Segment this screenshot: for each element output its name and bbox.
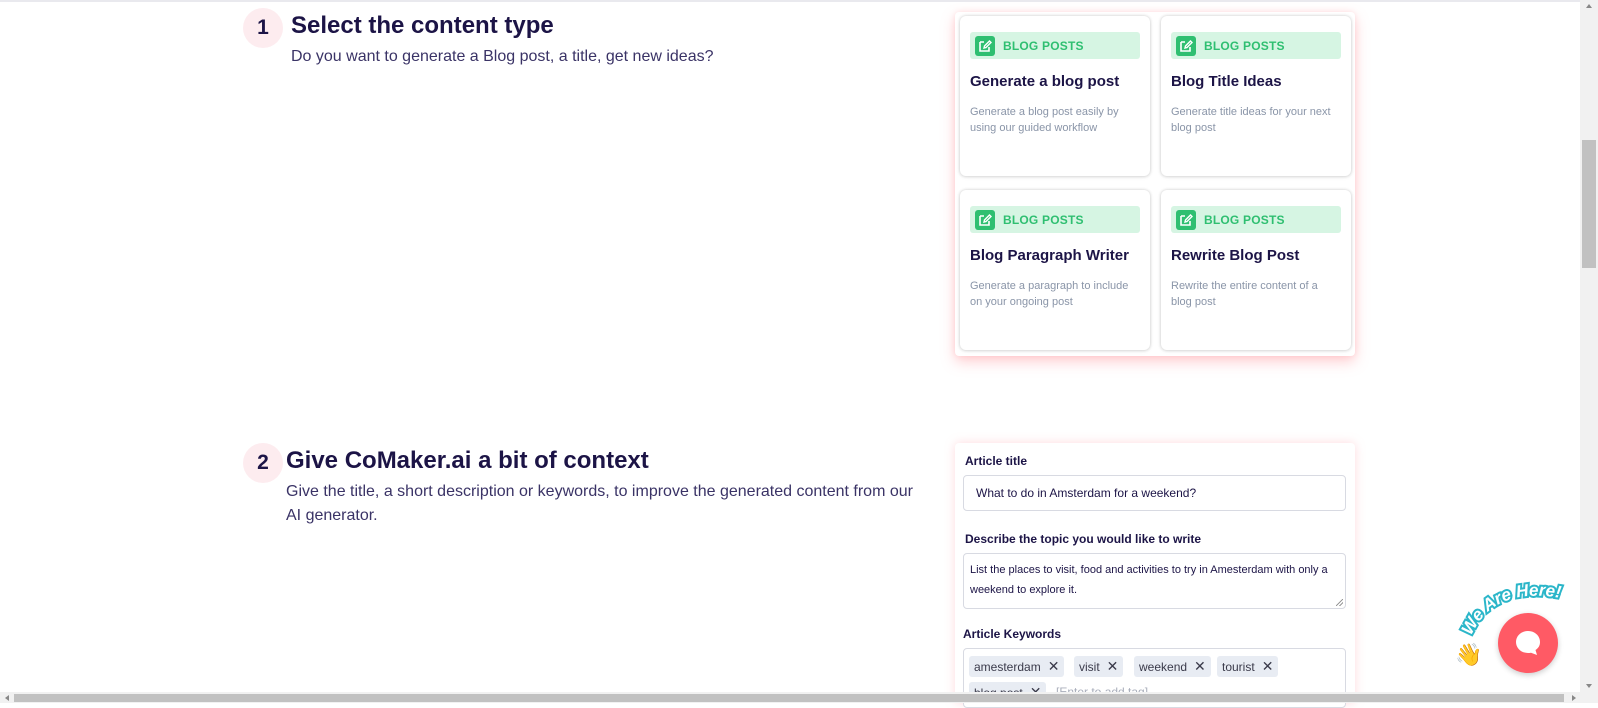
keyword-tag: weekend ✕ <box>1134 656 1211 677</box>
card-title: Blog Title Ideas <box>1171 73 1282 90</box>
category-tag-label: BLOG POSTS <box>1003 38 1084 53</box>
card-description: Generate title ideas for your next blog … <box>1171 106 1331 134</box>
card-description: Generate a blog post easily by using our… <box>970 106 1119 134</box>
content-type-card-rewrite-blog-post[interactable]: BLOG POSTS Rewrite Blog Post Rewrite the… <box>1161 190 1351 350</box>
card-title: Blog Paragraph Writer <box>970 247 1129 264</box>
step-title: Select the content type <box>291 12 554 39</box>
keyword-tag-label: weekend <box>1139 659 1188 674</box>
edit-icon <box>975 35 995 56</box>
edit-icon <box>975 209 995 230</box>
horizontal-scrollbar-thumb[interactable] <box>14 694 1564 702</box>
remove-tag-icon[interactable]: ✕ <box>1262 658 1274 675</box>
content-type-card-generate-blog-post[interactable]: BLOG POSTS Generate a blog post Generate… <box>960 16 1150 176</box>
edit-icon <box>1176 209 1196 230</box>
card-description: Generate a paragraph to include on your … <box>970 280 1129 308</box>
step-description: Do you want to generate a Blog post, a t… <box>291 48 714 65</box>
topic-description-label: Describe the topic you would like to wri… <box>965 532 1202 546</box>
scroll-up-arrow-icon[interactable] <box>1585 2 1593 10</box>
chat-open-button[interactable] <box>1498 613 1558 673</box>
card-title: Rewrite Blog Post <box>1171 247 1300 264</box>
context-form-panel: Article title What to do in Amsterdam fo… <box>955 443 1355 708</box>
keyword-tag: visit ✕ <box>1074 656 1124 677</box>
scroll-left-arrow-icon[interactable] <box>3 694 11 702</box>
step-description: Give the title, a short description or k… <box>286 483 913 524</box>
article-title-input[interactable]: What to do in Amsterdam for a weekend? <box>963 475 1346 511</box>
article-keywords-label: Article Keywords <box>963 627 1062 641</box>
keyword-tag-label: amesterdam <box>974 659 1041 674</box>
remove-tag-icon[interactable]: ✕ <box>1107 658 1119 675</box>
category-tag: BLOG POSTS <box>970 206 1140 233</box>
top-divider <box>0 0 1580 2</box>
category-tag: BLOG POSTS <box>1171 32 1341 59</box>
category-tag: BLOG POSTS <box>970 32 1140 59</box>
step-number-badge: 2 <box>243 443 283 483</box>
content-type-panel: BLOG POSTS Generate a blog post Generate… <box>955 12 1355 356</box>
scroll-right-arrow-icon[interactable] <box>1570 694 1578 702</box>
step-number-badge: 1 <box>243 8 283 48</box>
article-title-label: Article title <box>965 454 1028 468</box>
keyword-tag-label: tourist <box>1222 659 1255 674</box>
resize-handle[interactable] <box>1336 599 1343 606</box>
vertical-scrollbar[interactable] <box>1580 0 1598 703</box>
remove-tag-icon[interactable]: ✕ <box>1048 658 1060 675</box>
scroll-down-arrow-icon[interactable] <box>1585 682 1593 690</box>
topic-description-textarea[interactable]: List the places to visit, food and activ… <box>963 553 1346 609</box>
keyword-tag: amesterdam ✕ <box>969 656 1065 677</box>
card-description: Rewrite the entire content of a blog pos… <box>1171 280 1318 308</box>
category-tag: BLOG POSTS <box>1171 206 1341 233</box>
category-tag-label: BLOG POSTS <box>1204 38 1285 53</box>
remove-tag-icon[interactable]: ✕ <box>1194 658 1206 675</box>
chat-bubble-icon <box>1516 631 1540 655</box>
vertical-scrollbar-thumb[interactable] <box>1582 140 1596 268</box>
wave-hand-icon: 👋 <box>1455 642 1482 668</box>
content-type-card-blog-paragraph-writer[interactable]: BLOG POSTS Blog Paragraph Writer Generat… <box>960 190 1150 350</box>
keyword-tag: tourist ✕ <box>1217 656 1279 677</box>
edit-icon <box>1176 35 1196 56</box>
card-title: Generate a blog post <box>970 73 1120 90</box>
keyword-tag-label: visit <box>1079 659 1100 674</box>
content-type-card-blog-title-ideas[interactable]: BLOG POSTS Blog Title Ideas Generate tit… <box>1161 16 1351 176</box>
step-title: Give CoMaker.ai a bit of context <box>286 447 649 474</box>
category-tag-label: BLOG POSTS <box>1204 212 1285 227</box>
topic-description-text: List the places to visit, food and activ… <box>970 564 1328 596</box>
category-tag-label: BLOG POSTS <box>1003 212 1084 227</box>
